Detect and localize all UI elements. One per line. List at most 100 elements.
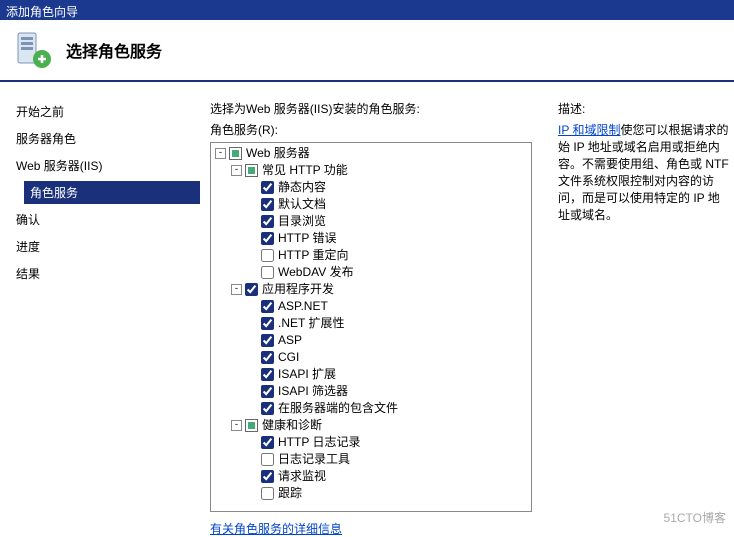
tree-row[interactable]: 请求监视 [215, 468, 527, 485]
tree-checkbox[interactable] [261, 402, 274, 415]
expand-spacer [247, 454, 258, 465]
tree-checkbox[interactable] [245, 283, 258, 296]
tree-checkbox[interactable] [261, 249, 274, 262]
tree-checkbox[interactable] [261, 181, 274, 194]
tree-row[interactable]: 静态内容 [215, 179, 527, 196]
tree-checkbox[interactable] [261, 317, 274, 330]
nav-item-before[interactable]: 开始之前 [10, 100, 200, 123]
page-title: 选择角色服务 [66, 38, 162, 62]
expand-spacer [247, 250, 258, 261]
tree-label: .NET 扩展性 [278, 315, 344, 332]
tree-label: Web 服务器 [246, 145, 310, 162]
tree-label: 默认文档 [278, 196, 326, 213]
tree-checkbox[interactable] [245, 419, 258, 432]
tree-checkbox[interactable] [261, 436, 274, 449]
tree-label: WebDAV 发布 [278, 264, 354, 281]
nav-item-role-services[interactable]: 角色服务 [24, 181, 200, 204]
tree-checkbox[interactable] [261, 368, 274, 381]
tree-row[interactable]: HTTP 错误 [215, 230, 527, 247]
tree-checkbox[interactable] [261, 470, 274, 483]
wizard-header: 选择角色服务 [0, 20, 734, 82]
tree-row[interactable]: - 健康和诊断 [215, 417, 527, 434]
tree-row[interactable]: 跟踪 [215, 485, 527, 502]
tree-row[interactable]: ISAPI 筛选器 [215, 383, 527, 400]
window-titlebar: 添加角色向导 [0, 0, 734, 20]
tree-label: ASP [278, 332, 302, 349]
collapse-icon[interactable]: - [231, 165, 242, 176]
expand-spacer [247, 182, 258, 193]
tree-row[interactable]: .NET 扩展性 [215, 315, 527, 332]
expand-spacer [247, 216, 258, 227]
tree-label: CGI [278, 349, 299, 366]
expand-spacer [247, 403, 258, 414]
tree-label: 静态内容 [278, 179, 326, 196]
nav-item-web-server-iis[interactable]: Web 服务器(IIS) [10, 154, 200, 177]
tree-label: ISAPI 扩展 [278, 366, 336, 383]
tree-label: ASP.NET [278, 298, 328, 315]
tree-row[interactable]: 默认文档 [215, 196, 527, 213]
tree-label: 目录浏览 [278, 213, 326, 230]
tree-row[interactable]: - Web 服务器 [215, 145, 527, 162]
tree-checkbox[interactable] [261, 266, 274, 279]
tree-row[interactable]: ASP.NET [215, 298, 527, 315]
tree-row[interactable]: CGI [215, 349, 527, 366]
nav-item-server-roles[interactable]: 服务器角色 [10, 127, 200, 150]
description-body: IP 和域限制使您可以根据请求的始 IP 地址或域名启用或拒绝内容。不需要使用组… [558, 121, 730, 223]
collapse-icon[interactable]: - [215, 148, 226, 159]
description-link[interactable]: IP 和域限制 [558, 123, 620, 137]
tree-row[interactable]: HTTP 重定向 [215, 247, 527, 264]
tree-label: 在服务器端的包含文件 [278, 400, 398, 417]
expand-spacer [247, 335, 258, 346]
collapse-icon[interactable]: - [231, 284, 242, 295]
list-label: 角色服务(R): [210, 121, 540, 138]
collapse-icon[interactable]: - [231, 420, 242, 431]
tree-row[interactable]: 目录浏览 [215, 213, 527, 230]
tree-label: 跟踪 [278, 485, 302, 502]
tree-label: ISAPI 筛选器 [278, 383, 348, 400]
tree-label: HTTP 重定向 [278, 247, 348, 264]
tree-row[interactable]: ISAPI 扩展 [215, 366, 527, 383]
server-role-icon [12, 29, 54, 71]
instruction-text: 选择为Web 服务器(IIS)安装的角色服务: [210, 100, 540, 117]
nav-item-progress[interactable]: 进度 [10, 235, 200, 258]
expand-spacer [247, 369, 258, 380]
tree-checkbox[interactable] [261, 487, 274, 500]
tree-label: 应用程序开发 [262, 281, 334, 298]
tree-checkbox[interactable] [261, 334, 274, 347]
watermark: 51CTO博客 [664, 509, 726, 526]
description-panel: 描述: IP 和域限制使您可以根据请求的始 IP 地址或域名启用或拒绝内容。不需… [540, 100, 730, 522]
tree-row[interactable]: WebDAV 发布 [215, 264, 527, 281]
expand-spacer [247, 233, 258, 244]
tree-row[interactable]: - 应用程序开发 [215, 281, 527, 298]
tree-checkbox[interactable] [261, 198, 274, 211]
tree-label: HTTP 日志记录 [278, 434, 360, 451]
tree-row[interactable]: HTTP 日志记录 [215, 434, 527, 451]
expand-spacer [247, 352, 258, 363]
tree-label: HTTP 错误 [278, 230, 336, 247]
tree-row[interactable]: - 常见 HTTP 功能 [215, 162, 527, 179]
tree-checkbox[interactable] [261, 453, 274, 466]
role-services-tree[interactable]: -Web 服务器-常见 HTTP 功能静态内容默认文档目录浏览HTTP 错误HT… [210, 142, 532, 512]
expand-spacer [247, 267, 258, 278]
tree-row[interactable]: 在服务器端的包含文件 [215, 400, 527, 417]
description-title: 描述: [558, 100, 730, 117]
nav-item-results[interactable]: 结果 [10, 262, 200, 285]
tree-checkbox[interactable] [261, 351, 274, 364]
tree-label: 请求监视 [278, 468, 326, 485]
tree-row[interactable]: ASP [215, 332, 527, 349]
tree-checkbox[interactable] [261, 232, 274, 245]
description-text: 使您可以根据请求的始 IP 地址或域名启用或拒绝内容。不需要使用组、角色或 NT… [558, 123, 729, 222]
tree-checkbox[interactable] [261, 385, 274, 398]
tree-checkbox[interactable] [229, 147, 242, 160]
tree-checkbox[interactable] [261, 215, 274, 228]
expand-spacer [247, 386, 258, 397]
tree-row[interactable]: 日志记录工具 [215, 451, 527, 468]
tree-checkbox[interactable] [245, 164, 258, 177]
expand-spacer [247, 488, 258, 499]
tree-label: 常见 HTTP 功能 [262, 162, 348, 179]
tree-checkbox[interactable] [261, 300, 274, 313]
nav-item-confirm[interactable]: 确认 [10, 208, 200, 231]
more-info-link[interactable]: 有关角色服务的详细信息 [210, 520, 342, 537]
expand-spacer [247, 318, 258, 329]
tree-label: 健康和诊断 [262, 417, 322, 434]
